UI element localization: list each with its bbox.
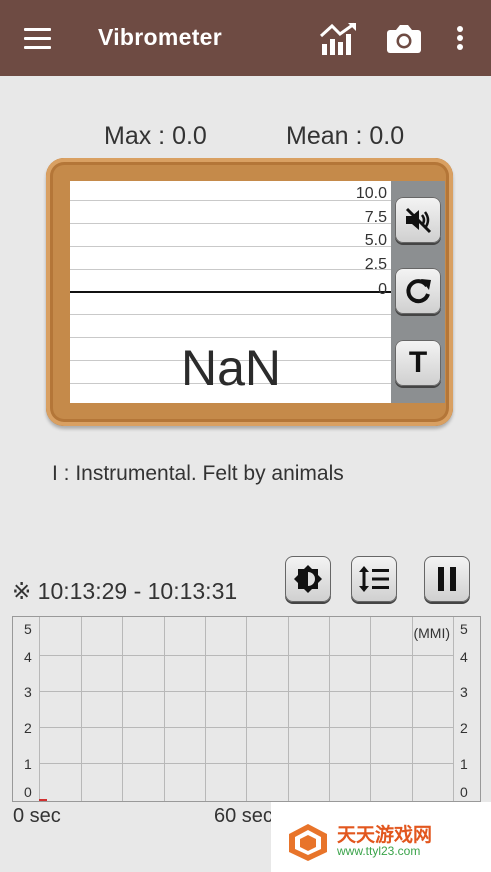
refresh-button[interactable] — [395, 268, 441, 314]
brightness-icon — [294, 565, 322, 593]
pause-icon — [438, 567, 456, 591]
brightness-button[interactable] — [285, 556, 331, 602]
more-vert-icon[interactable] — [455, 26, 465, 56]
intensity-description: I : Instrumental. Felt by animals — [52, 462, 344, 485]
mute-icon — [405, 207, 432, 234]
app-bar: Vibrometer — [0, 0, 491, 76]
x-label-end: 60 sec — [214, 805, 273, 827]
chart-icon[interactable] — [319, 22, 358, 60]
menu-icon[interactable] — [24, 28, 52, 50]
y-tick-label: 1 — [24, 756, 32, 772]
y-tick-label-right: 0 — [460, 784, 468, 800]
watermark-url: www.ttyl23.com — [337, 844, 421, 858]
mute-button[interactable] — [395, 197, 441, 243]
app-title: Vibrometer — [98, 24, 223, 50]
watermark: 天天游戏网 www.ttyl23.com — [271, 802, 491, 872]
max-value: Max : 0.0 — [104, 122, 207, 150]
pause-button[interactable] — [424, 556, 470, 602]
scale-label: 7.5 — [364, 209, 387, 226]
line-spacing-icon — [359, 566, 389, 592]
y-tick-label: 5 — [24, 621, 32, 637]
scale-label: 2.5 — [364, 256, 387, 273]
gauge-side-panel: T — [391, 181, 445, 403]
y-tick-label: 4 — [24, 649, 32, 665]
x-label-start: 0 sec — [13, 805, 61, 827]
time-range: ※ 10:13:29 - 10:13:31 — [12, 578, 238, 604]
current-value: NaN — [180, 340, 282, 396]
scale-label: 10.0 — [355, 185, 387, 202]
y-tick-label-right: 1 — [460, 756, 468, 772]
series-start-marker — [39, 799, 47, 801]
watermark-logo-icon — [289, 824, 327, 861]
text-toggle-button[interactable]: T — [395, 340, 441, 386]
scale-label: 0 — [378, 281, 387, 298]
scale-label: 5.0 — [364, 232, 387, 249]
camera-icon[interactable] — [386, 24, 422, 58]
zero-line — [70, 291, 392, 293]
gauge-screen: 10.0 7.5 5.0 2.5 0 NaN — [70, 181, 392, 403]
line-spacing-button[interactable] — [351, 556, 397, 602]
y-tick-label: 2 — [24, 720, 32, 736]
unit-label: (MMI) — [413, 625, 450, 641]
y-tick-label-right: 2 — [460, 720, 468, 736]
y-tick-label-right: 5 — [460, 621, 468, 637]
y-tick-label: 3 — [24, 684, 32, 700]
y-tick-label-right: 4 — [460, 649, 468, 665]
t-label: T — [408, 346, 428, 379]
y-tick-label: 0 — [24, 784, 32, 800]
y-tick-label-right: 3 — [460, 684, 468, 700]
watermark-title: 天天游戏网 — [337, 824, 433, 846]
refresh-icon — [406, 279, 431, 304]
mean-value: Mean : 0.0 — [286, 122, 405, 150]
history-chart: 5 4 3 2 1 0 5 4 3 2 1 0 (MMI) — [12, 616, 481, 802]
